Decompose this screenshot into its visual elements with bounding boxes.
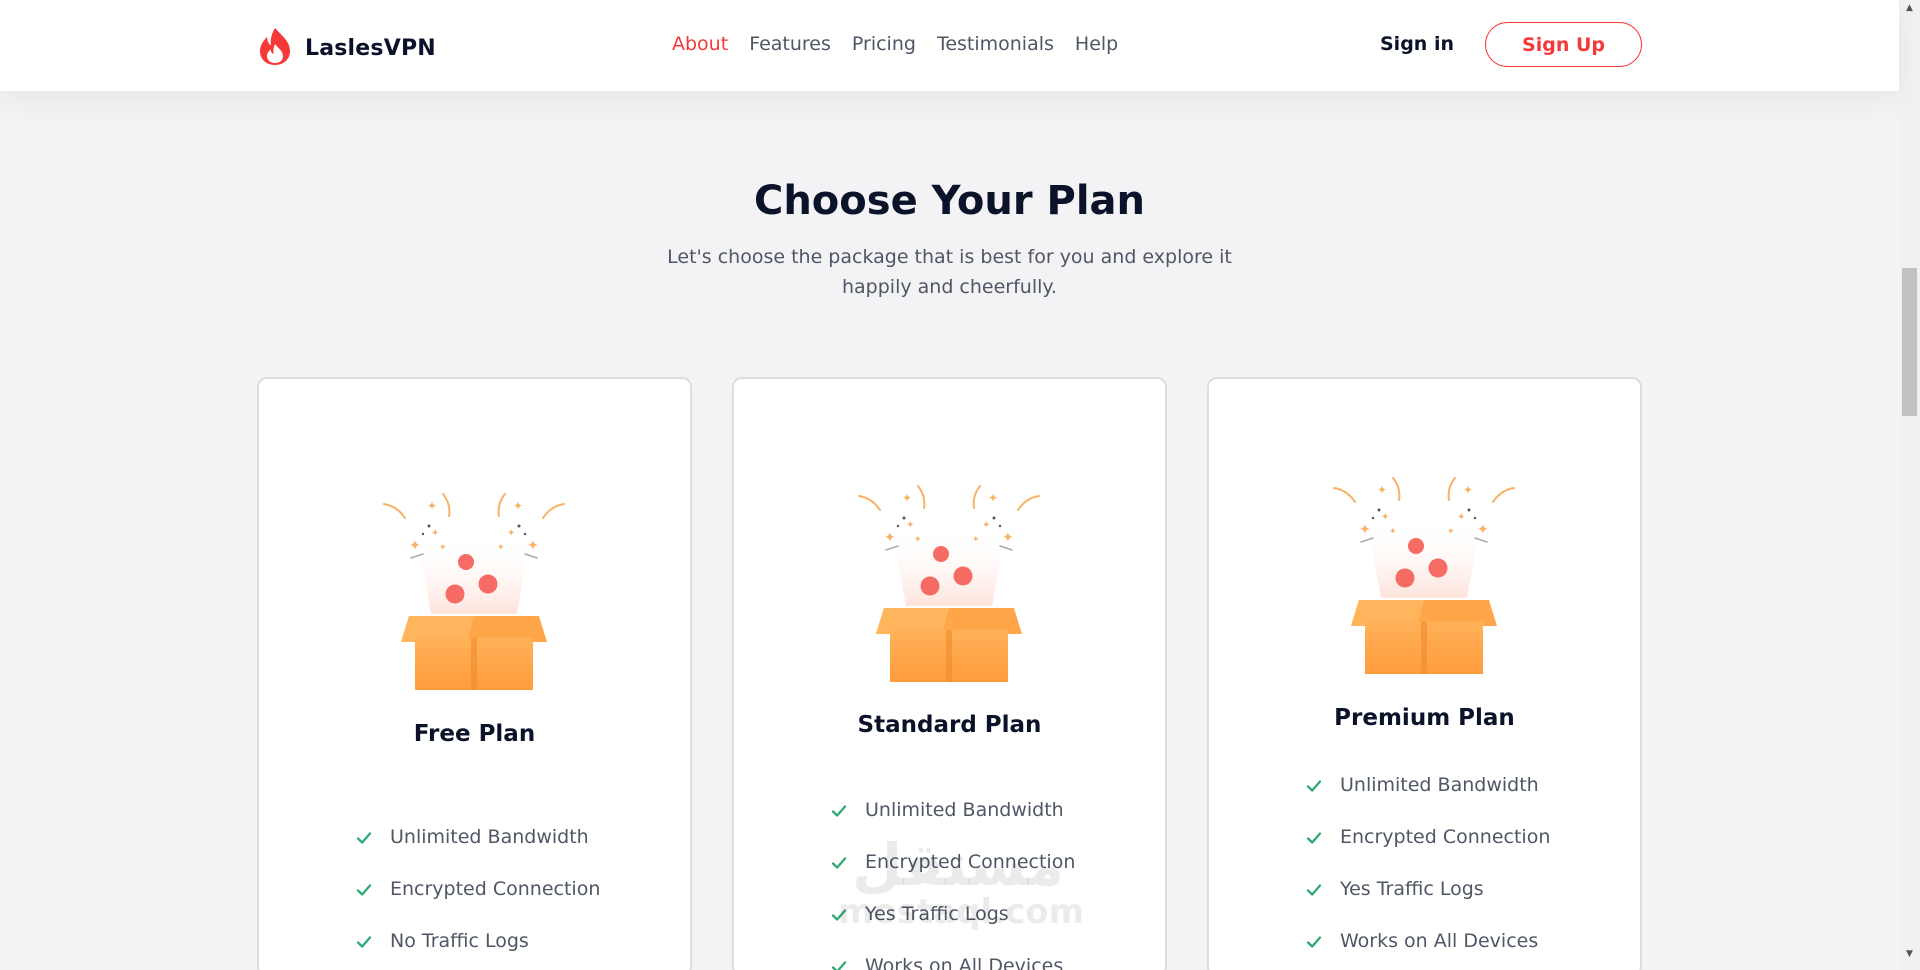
svg-text:✦: ✦	[1359, 522, 1371, 538]
svg-text:✦: ✦	[884, 530, 896, 546]
check-icon	[831, 857, 847, 869]
nav-link-help[interactable]: Help	[1075, 33, 1118, 55]
brand-name: LaslesVPN	[305, 35, 436, 61]
feature-item: Unlimited Bandwidth	[356, 811, 600, 863]
gift-box-icon: ✦ ✦ ✦ ✦ ✦ ✦ ✦ ✦	[379, 474, 569, 694]
svg-text:✦: ✦	[906, 520, 914, 531]
svg-text:✦: ✦	[507, 528, 515, 539]
feature-item: Encrypted Connection	[1306, 811, 1550, 863]
feature-item: Unlimited Bandwidth	[831, 784, 1075, 836]
check-icon	[356, 884, 372, 896]
plan-card-free[interactable]: ✦ ✦ ✦ ✦ ✦ ✦ ✦ ✦ Free Plan Unlimited Band…	[257, 377, 692, 970]
page-scrollbar[interactable]: ▲ ▼	[1899, 0, 1920, 970]
scroll-up-arrow[interactable]: ▲	[1899, 0, 1920, 17]
plan-name: Free Plan	[413, 721, 536, 747]
feature-list: Unlimited Bandwidth Encrypted Connection…	[831, 784, 1075, 970]
svg-text:✦: ✦	[902, 491, 912, 505]
feature-item: Encrypted Connection	[831, 836, 1075, 888]
scroll-down-arrow[interactable]: ▼	[1899, 946, 1920, 963]
feature-list: Unlimited Bandwidth Encrypted Connection…	[356, 811, 600, 967]
svg-text:✦: ✦	[1377, 483, 1387, 497]
check-icon	[356, 832, 372, 844]
subtitle-line-1: Let's choose the package that is best fo…	[667, 246, 1232, 268]
nav-link-pricing[interactable]: Pricing	[852, 33, 916, 55]
scroll-thumb[interactable]	[1902, 268, 1917, 416]
svg-text:✦: ✦	[914, 535, 922, 545]
nav-link-testimonials[interactable]: Testimonials	[937, 33, 1054, 55]
feature-item: Yes Traffic Logs	[831, 888, 1075, 940]
feature-item: No Traffic Logs	[356, 915, 600, 967]
plan-name: Standard Plan	[857, 712, 1042, 738]
check-icon	[356, 936, 372, 948]
svg-text:✦: ✦	[497, 543, 505, 553]
check-icon	[1306, 884, 1322, 896]
nav-link-features[interactable]: Features	[749, 33, 831, 55]
feature-label: Encrypted Connection	[390, 878, 601, 900]
gift-box-icon: ✦ ✦ ✦ ✦ ✦ ✦ ✦ ✦	[854, 466, 1044, 686]
subtitle-line-2: happily and cheerfully.	[842, 276, 1057, 298]
feature-list: Unlimited Bandwidth Encrypted Connection…	[1306, 759, 1550, 967]
svg-text:✦: ✦	[988, 491, 998, 505]
feature-label: Works on All Devices	[865, 955, 1064, 970]
feature-label: Unlimited Bandwidth	[390, 826, 589, 848]
gift-box-icon: ✦ ✦ ✦ ✦ ✦ ✦ ✦ ✦	[1329, 458, 1519, 678]
feature-label: Unlimited Bandwidth	[1340, 774, 1539, 796]
check-icon	[1306, 832, 1322, 844]
feature-label: Encrypted Connection	[865, 851, 1076, 873]
check-icon	[831, 909, 847, 921]
nav-link-about[interactable]: About	[672, 33, 728, 55]
feature-label: No Traffic Logs	[390, 930, 529, 952]
svg-text:✦: ✦	[439, 543, 447, 553]
svg-text:✦: ✦	[1457, 512, 1465, 523]
plan-card-standard[interactable]: ✦ ✦ ✦ ✦ ✦ ✦ ✦ ✦ Standard Plan Unlimited …	[732, 377, 1167, 970]
feature-label: Yes Traffic Logs	[865, 903, 1009, 925]
svg-text:✦: ✦	[1381, 512, 1389, 523]
feature-item: Yes Traffic Logs	[1306, 863, 1550, 915]
feature-item: Encrypted Connection	[356, 863, 600, 915]
sign-in-link[interactable]: Sign in	[1380, 33, 1454, 55]
svg-text:✦: ✦	[982, 520, 990, 531]
plan-name: Premium Plan	[1334, 705, 1515, 731]
feature-label: Unlimited Bandwidth	[865, 799, 1064, 821]
check-icon	[831, 805, 847, 817]
svg-text:✦: ✦	[427, 499, 437, 513]
plan-card-premium[interactable]: ✦ ✦ ✦ ✦ ✦ ✦ ✦ ✦ Premium Plan Unlimited B…	[1207, 377, 1642, 970]
check-icon	[1306, 780, 1322, 792]
check-icon	[831, 961, 847, 970]
navbar: LaslesVPN About Features Pricing Testimo…	[0, 0, 1899, 91]
svg-text:✦: ✦	[1447, 527, 1455, 537]
svg-text:✦: ✦	[513, 499, 523, 513]
sign-up-button[interactable]: Sign Up	[1485, 22, 1642, 67]
main-nav: About Features Pricing Testimonials Help	[672, 33, 1139, 55]
feature-label: Yes Traffic Logs	[1340, 878, 1484, 900]
svg-text:✦: ✦	[431, 528, 439, 539]
brand-logo[interactable]: LaslesVPN	[255, 26, 436, 70]
svg-text:✦: ✦	[1002, 530, 1014, 546]
svg-text:✦: ✦	[527, 538, 539, 554]
check-icon	[1306, 936, 1322, 948]
feature-label: Works on All Devices	[1340, 930, 1539, 952]
section-subtitle: Let's choose the package that is best fo…	[0, 242, 1899, 302]
svg-text:✦: ✦	[409, 538, 421, 554]
feature-item: Works on All Devices	[831, 940, 1075, 970]
svg-text:✦: ✦	[1463, 483, 1473, 497]
svg-text:✦: ✦	[972, 535, 980, 545]
feature-label: Encrypted Connection	[1340, 826, 1551, 848]
svg-text:✦: ✦	[1477, 522, 1489, 538]
svg-text:✦: ✦	[1389, 527, 1397, 537]
flame-logo-icon	[255, 26, 295, 70]
feature-item: Works on All Devices	[1306, 915, 1550, 967]
section-title: Choose Your Plan	[753, 178, 1146, 224]
feature-item: Unlimited Bandwidth	[1306, 759, 1550, 811]
